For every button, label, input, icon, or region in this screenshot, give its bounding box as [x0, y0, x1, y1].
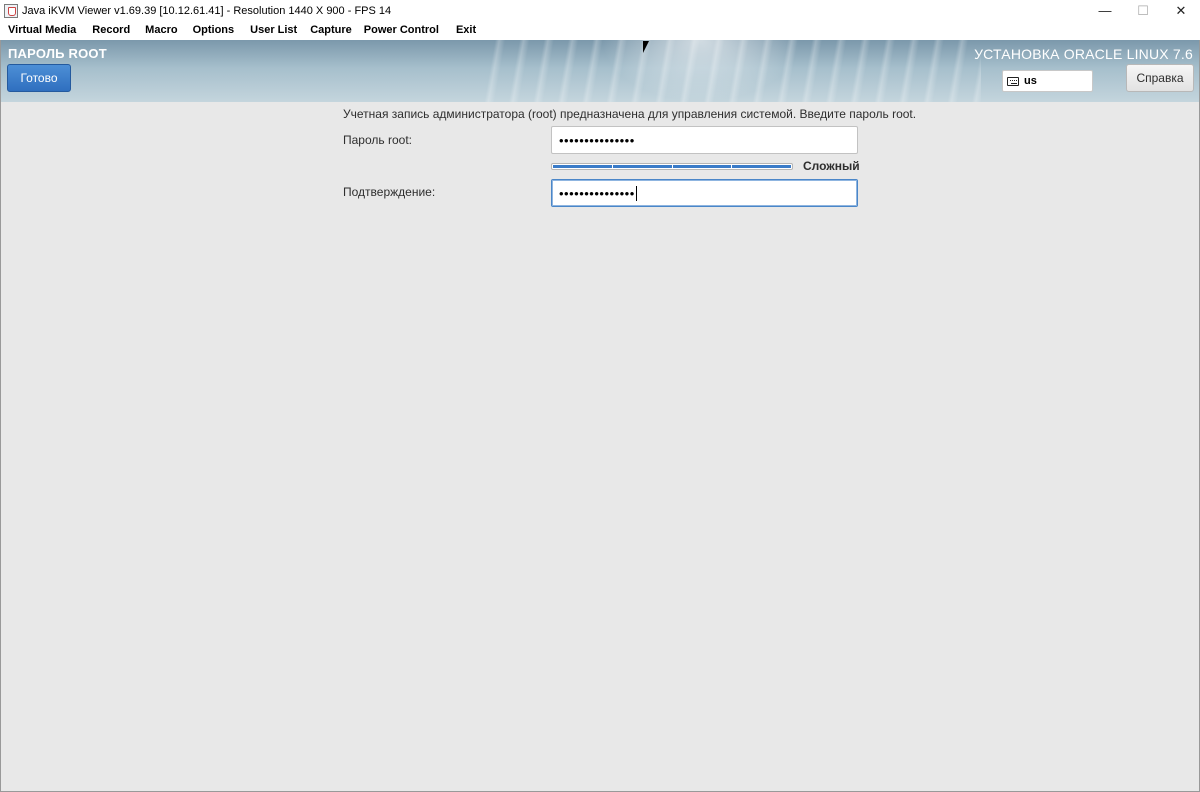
help-button[interactable]: Справка: [1126, 64, 1194, 92]
strength-segment: [553, 165, 612, 168]
menu-virtual-media[interactable]: Virtual Media: [2, 21, 82, 40]
root-password-field[interactable]: •••••••••••••••: [551, 126, 858, 154]
menu-power-control[interactable]: Power Control: [358, 21, 445, 40]
menu-user-list[interactable]: User List: [244, 21, 303, 40]
password-label: Пароль root:: [343, 133, 412, 147]
password-strength-label: Сложный: [803, 159, 860, 173]
menu-capture[interactable]: Capture: [304, 21, 358, 40]
menu-macro[interactable]: Macro: [139, 21, 183, 40]
close-button[interactable]: ✕: [1162, 0, 1200, 21]
minimize-button[interactable]: —: [1086, 0, 1124, 21]
menubar: Virtual Media Record Macro Options User …: [0, 21, 1200, 40]
confirm-label: Подтверждение:: [343, 185, 436, 199]
remote-screen[interactable]: ПАРОЛЬ ROOT Готово УСТАНОВКА ORACLE LINU…: [0, 40, 1200, 792]
strength-segment: [732, 165, 791, 168]
confirm-password-value: •••••••••••••••: [559, 185, 635, 201]
keyboard-icon: [1007, 76, 1019, 86]
java-app-icon: [4, 3, 18, 18]
maximize-button[interactable]: ☐: [1124, 0, 1162, 21]
text-caret: [635, 185, 637, 201]
strength-segment: [672, 165, 732, 168]
keyboard-layout-label: us: [1024, 75, 1037, 87]
spoke-title: ПАРОЛЬ ROOT: [8, 46, 107, 61]
menu-options[interactable]: Options: [187, 21, 241, 40]
window-titlebar: Java iKVM Viewer v1.69.39 [10.12.61.41] …: [0, 0, 1200, 21]
menu-exit[interactable]: Exit: [450, 21, 482, 40]
window-controls: — ☐ ✕: [1086, 0, 1200, 21]
intro-text: Учетная запись администратора (root) пре…: [343, 107, 917, 121]
keyboard-layout-indicator[interactable]: us: [1002, 70, 1093, 92]
strength-segment: [612, 165, 672, 168]
product-title: УСТАНОВКА ORACLE LINUX 7.6: [974, 46, 1193, 62]
confirm-password-field[interactable]: •••••••••••••••: [551, 179, 858, 207]
root-password-value: •••••••••••••••: [559, 132, 635, 148]
mouse-pointer-icon: [643, 41, 649, 53]
header-background-glow: [601, 40, 801, 102]
done-button[interactable]: Готово: [7, 64, 71, 92]
installer-header: ПАРОЛЬ ROOT Готово УСТАНОВКА ORACLE LINU…: [1, 40, 1199, 102]
window-title: Java iKVM Viewer v1.69.39 [10.12.61.41] …: [22, 4, 392, 17]
menu-record[interactable]: Record: [86, 21, 136, 40]
password-strength-bar: [551, 163, 793, 170]
